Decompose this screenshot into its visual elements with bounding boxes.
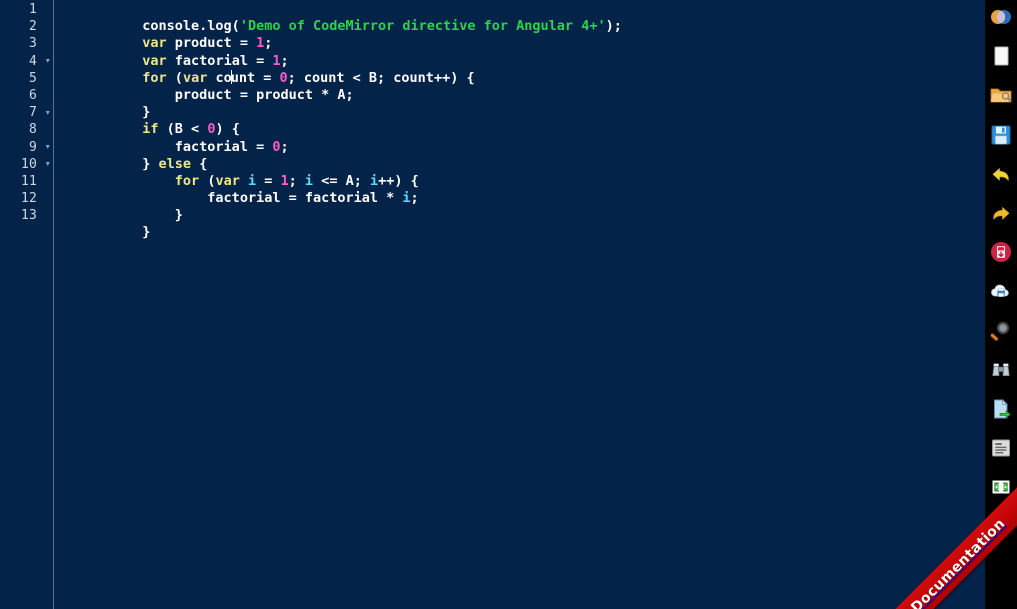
code-token: (B < bbox=[158, 121, 208, 138]
code-token-variable: i bbox=[304, 172, 314, 189]
code-token: } bbox=[142, 224, 151, 241]
code-token: ; bbox=[280, 138, 289, 155]
code-token: ; bbox=[410, 190, 419, 207]
fold-toggle-icon[interactable]: ▾ bbox=[45, 108, 51, 118]
line-number-label: 2 bbox=[28, 19, 37, 35]
code-token: product = bbox=[166, 35, 257, 52]
code-token: product = product * A; bbox=[142, 86, 354, 103]
gutter-line-number[interactable]: 8 bbox=[0, 121, 54, 138]
code-token: factorial = factorial * bbox=[142, 190, 403, 207]
codemirror-wrapper: 1 2 3 4 ▾ 5 6 7 ▾ 8 9 ▾ 10 ▾ 11 12 13 console.log('Demo … bbox=[0, 0, 985, 609]
code-token: ( bbox=[166, 69, 183, 86]
document-export-icon[interactable] bbox=[988, 396, 1014, 422]
code-token: ) { bbox=[215, 121, 240, 138]
code-token: = bbox=[256, 172, 281, 189]
code-line[interactable]: console.log('Demo of CodeMirror directiv… bbox=[61, 1, 985, 34]
code-token-variable: i bbox=[402, 190, 411, 207]
document-lines-icon[interactable] bbox=[988, 435, 1014, 461]
code-token: ; bbox=[264, 35, 273, 52]
code-token: ); bbox=[605, 18, 622, 35]
gutter-line-number[interactable]: 1 bbox=[0, 1, 54, 18]
line-number-label: 3 bbox=[28, 36, 37, 52]
code-token-keyword: else bbox=[158, 155, 192, 172]
code-token-keyword: var bbox=[215, 172, 240, 189]
gutter-line-number[interactable]: 6 bbox=[0, 87, 54, 104]
open-folder-icon[interactable] bbox=[988, 82, 1014, 108]
code-token-number: 0 bbox=[279, 69, 288, 86]
code-token: ; bbox=[280, 52, 289, 69]
code-token-keyword: if bbox=[142, 121, 159, 138]
line-number-gutter[interactable]: 1 2 3 4 ▾ 5 6 7 ▾ 8 9 ▾ 10 ▾ 11 12 13 bbox=[0, 0, 54, 609]
line-number-label: 8 bbox=[28, 122, 37, 138]
gutter-line-number[interactable]: 11 bbox=[0, 173, 54, 190]
pdf-export-icon[interactable] bbox=[988, 239, 1014, 265]
code-token-variable: i bbox=[369, 172, 379, 189]
fold-toggle-icon[interactable]: ▾ bbox=[45, 56, 51, 67]
code-content[interactable]: console.log('Demo of CodeMirror directiv… bbox=[54, 0, 985, 609]
code-token: console.log( bbox=[142, 18, 240, 35]
line-number-label: 13 bbox=[20, 208, 37, 224]
code-token: ( bbox=[199, 172, 216, 189]
undo-arrow-icon[interactable] bbox=[988, 161, 1014, 187]
gutter-line-number[interactable]: 10 ▾ bbox=[0, 156, 54, 173]
redo-arrow-icon[interactable] bbox=[988, 200, 1014, 226]
line-number-label: 10 bbox=[20, 156, 37, 172]
line-number-label: 4 bbox=[28, 53, 37, 69]
line-number-label: 11 bbox=[20, 173, 37, 189]
gutter-line-number[interactable]: 13 bbox=[0, 207, 54, 224]
print-cloud-icon[interactable] bbox=[988, 278, 1014, 304]
line-number-label: 7 bbox=[28, 105, 37, 121]
magnifier-icon[interactable] bbox=[988, 318, 1014, 344]
fold-toggle-icon[interactable]: ▾ bbox=[45, 159, 51, 170]
code-token: <= A; bbox=[313, 172, 370, 189]
line-number-label: 12 bbox=[20, 191, 37, 207]
code-token-keyword: var bbox=[142, 52, 167, 69]
code-token: { bbox=[191, 155, 208, 172]
code-token-variable: i bbox=[247, 172, 257, 189]
code-token-string: 'Demo of CodeMirror directive for Angula… bbox=[239, 18, 606, 35]
code-token: ; bbox=[288, 172, 305, 189]
line-number-label: 1 bbox=[28, 2, 37, 17]
code-token: ++) { bbox=[378, 172, 419, 189]
code-line[interactable]: if (B < 0) { bbox=[61, 104, 985, 137]
gutter-line-number[interactable]: 3 bbox=[0, 35, 54, 52]
line-number-label: 9 bbox=[28, 139, 37, 155]
venn-circles-icon[interactable] bbox=[988, 4, 1014, 30]
fold-toggle-icon[interactable]: ▾ bbox=[45, 142, 51, 153]
code-token-keyword: var bbox=[142, 35, 167, 52]
code-token-keyword: var bbox=[182, 69, 208, 86]
line-number-label: 6 bbox=[28, 87, 37, 103]
code-token: } bbox=[142, 207, 183, 224]
gutter-line-number[interactable]: 7 ▾ bbox=[0, 104, 54, 121]
code-token-number: 1 bbox=[280, 172, 289, 189]
gutter-line-number[interactable]: 4 ▾ bbox=[0, 53, 54, 70]
code-token: factorial = bbox=[166, 52, 273, 69]
code-token-keyword: for bbox=[174, 172, 200, 189]
code-editor[interactable]: 1 2 3 4 ▾ 5 6 7 ▾ 8 9 ▾ 10 ▾ 11 12 13 console.log('Demo … bbox=[0, 0, 985, 609]
code-line[interactable]: } bbox=[61, 207, 985, 240]
floppy-save-icon[interactable] bbox=[988, 122, 1014, 148]
gutter-line-number[interactable]: 9 ▾ bbox=[0, 139, 54, 156]
code-token: } bbox=[142, 104, 151, 121]
code-token: co bbox=[207, 69, 232, 86]
code-token-keyword: for bbox=[142, 69, 167, 86]
new-document-icon[interactable] bbox=[988, 43, 1014, 69]
code-token: } bbox=[142, 155, 159, 172]
gutter-line-number[interactable]: 12 bbox=[0, 190, 54, 207]
code-token: unt = bbox=[230, 69, 280, 86]
gutter-line-number[interactable]: 5 bbox=[0, 70, 54, 87]
binoculars-icon[interactable] bbox=[988, 357, 1014, 383]
code-token: ; count < B; count++) { bbox=[287, 69, 475, 86]
line-number-label: 5 bbox=[28, 70, 37, 86]
code-token: factorial = bbox=[142, 138, 273, 155]
code-token-number: 1 bbox=[256, 35, 265, 52]
app-root: 1 2 3 4 ▾ 5 6 7 ▾ 8 9 ▾ 10 ▾ 11 12 13 console.log('Demo … bbox=[0, 0, 1017, 609]
gutter-line-number[interactable]: 2 bbox=[0, 18, 54, 35]
